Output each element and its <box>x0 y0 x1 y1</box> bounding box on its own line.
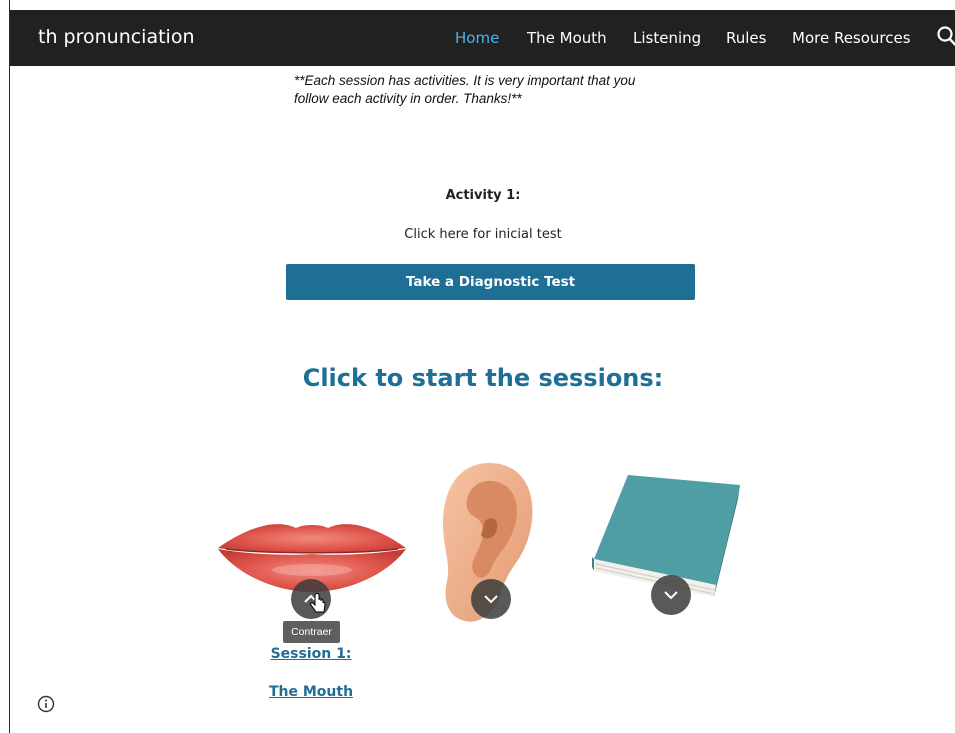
activity-label: Activity 1: <box>445 188 521 203</box>
activity-description: Click here for inicial test <box>404 227 562 242</box>
session-1-name-link[interactable]: The Mouth <box>11 684 611 700</box>
nav-rules[interactable]: Rules <box>726 29 766 47</box>
tooltip: Contraer <box>283 621 340 643</box>
nav-more-resources[interactable]: More Resources <box>792 29 911 47</box>
expand-button-session-2[interactable] <box>471 579 511 619</box>
expand-button-session-3[interactable] <box>651 575 691 615</box>
session-1-link[interactable]: Session 1: <box>11 646 611 662</box>
window-left-edge <box>0 0 10 733</box>
site-header: th pronunciation Home The Mouth Listenin… <box>10 10 955 66</box>
diagnostic-test-button[interactable]: Take a Diagnostic Test <box>286 264 695 300</box>
hand-cursor-icon <box>309 593 327 615</box>
search-icon[interactable] <box>936 25 955 49</box>
info-icon[interactable] <box>37 695 55 713</box>
main-content: **Each session has activities. It is ver… <box>11 66 955 733</box>
window-top-edge <box>0 0 955 10</box>
note-line-2: follow each activity in order. Thanks!** <box>294 91 522 106</box>
nav-the-mouth[interactable]: The Mouth <box>527 29 607 47</box>
instruction-note: **Each session has activities. It is ver… <box>294 72 714 108</box>
site-title[interactable]: th pronunciation <box>38 26 195 48</box>
sessions-heading: Click to start the sessions: <box>302 364 664 392</box>
nav-home[interactable]: Home <box>455 29 499 47</box>
note-line-1: **Each session has activities. It is ver… <box>294 73 636 88</box>
nav-listening[interactable]: Listening <box>633 29 701 47</box>
